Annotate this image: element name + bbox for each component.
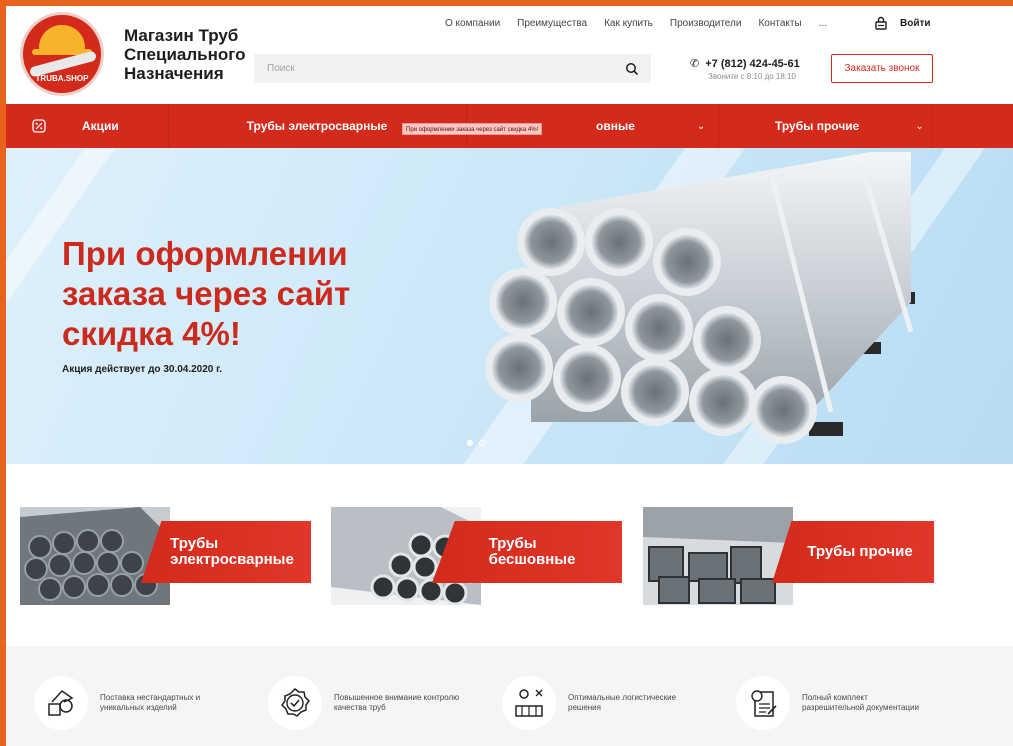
feature-item: Полный комплект разрешительной документа…	[736, 676, 930, 730]
features-section: Поставка нестандартных и уникальных изде…	[6, 646, 1013, 746]
documents-icon	[736, 676, 790, 730]
feature-text: Повышенное внимание контролю качества тр…	[334, 693, 460, 712]
logo-text: TRUBA.SHOP	[35, 74, 89, 83]
feature-item: Оптимальные логистические решения	[502, 676, 696, 730]
category-card-other[interactable]: Трубы прочие	[643, 507, 934, 605]
tooltip: При оформлении заказа через сайт скидка …	[402, 123, 543, 135]
category-item-label: Трубы электросварные	[246, 119, 388, 133]
nav-link-how-to-buy[interactable]: Как купить	[604, 18, 653, 29]
top-nav: О компании Преимущества Как купить Произ…	[445, 18, 827, 29]
card-title: Трубы прочие	[772, 521, 934, 583]
category-item-label: Трубы прочие	[775, 119, 860, 133]
phone-block: ✆ +7 (812) 424-45-61 Звоните с 8:10 до 1…	[690, 57, 800, 82]
chevron-down-icon: ⌄	[915, 120, 924, 132]
category-item-label: Акции	[82, 119, 119, 133]
phone-number: +7 (812) 424-45-61	[705, 57, 800, 70]
custom-parts-icon	[34, 676, 88, 730]
percent-icon	[32, 119, 46, 133]
card-title: Трубы бесшовные	[432, 521, 622, 583]
nav-more-button[interactable]: ...	[819, 18, 827, 29]
site-logo[interactable]: TRUBA.SHOP	[20, 12, 104, 96]
phone-link[interactable]: ✆ +7 (812) 424-45-61	[690, 57, 800, 71]
search-icon[interactable]	[625, 62, 639, 76]
slider-dot-1[interactable]	[467, 440, 473, 446]
slider-dots	[467, 440, 485, 446]
quality-check-icon	[268, 676, 322, 730]
profile-pipes-image	[643, 507, 793, 605]
welded-pipes-image	[20, 507, 170, 605]
logistics-icon	[502, 676, 556, 730]
page: TRUBA.SHOP Магазин Труб Специального Наз…	[6, 6, 1013, 746]
site-header: TRUBA.SHOP Магазин Труб Специального Наз…	[6, 6, 1013, 104]
helmet-icon	[39, 25, 85, 51]
pipes-image	[485, 152, 915, 444]
hero-subtitle: Акция действует до 30.04.2020 г.	[62, 364, 223, 375]
hero-banner[interactable]: При оформлении заказа через сайт скидка …	[6, 148, 1013, 464]
card-title: Трубы электросварные	[141, 521, 311, 583]
search-input[interactable]	[254, 63, 625, 74]
brand-name[interactable]: Магазин Труб Специального Назначения	[124, 26, 254, 83]
login-label: Войти	[900, 17, 931, 29]
category-item-other[interactable]: Трубы прочие ⌄	[718, 104, 932, 148]
chevron-down-icon: ⌄	[696, 120, 706, 132]
login-button[interactable]: Войти	[874, 16, 931, 30]
category-item-label: овные	[596, 119, 635, 133]
category-card-electric-welded[interactable]: Трубы электросварные	[20, 507, 311, 605]
feature-item: Повышенное внимание контролю качества тр…	[268, 676, 462, 730]
nav-link-about[interactable]: О компании	[445, 18, 500, 29]
lock-icon	[875, 16, 887, 30]
phone-hours: Звоните с 8:10 до 18:10	[708, 72, 796, 81]
search-bar	[254, 54, 651, 83]
feature-item: Поставка нестандартных и уникальных изде…	[34, 676, 228, 730]
order-callback-button[interactable]: Заказать звонок	[831, 54, 933, 83]
feature-text: Поставка нестандартных и уникальных изде…	[100, 693, 201, 712]
slider-dot-2[interactable]	[479, 440, 485, 446]
nav-link-contacts[interactable]: Контакты	[758, 18, 801, 29]
category-card-seamless[interactable]: Трубы бесшовные	[331, 507, 622, 605]
category-item-promotions[interactable]: Акции	[32, 104, 168, 148]
feature-text: Оптимальные логистические решения	[568, 693, 677, 712]
nav-link-advantages[interactable]: Преимущества	[517, 18, 587, 29]
hero-title: При оформлении заказа через сайт скидка …	[62, 235, 351, 352]
nav-link-manufacturers[interactable]: Производители	[670, 18, 742, 29]
feature-text: Полный комплект разрешительной документа…	[802, 693, 919, 712]
phone-icon: ✆	[690, 58, 700, 70]
